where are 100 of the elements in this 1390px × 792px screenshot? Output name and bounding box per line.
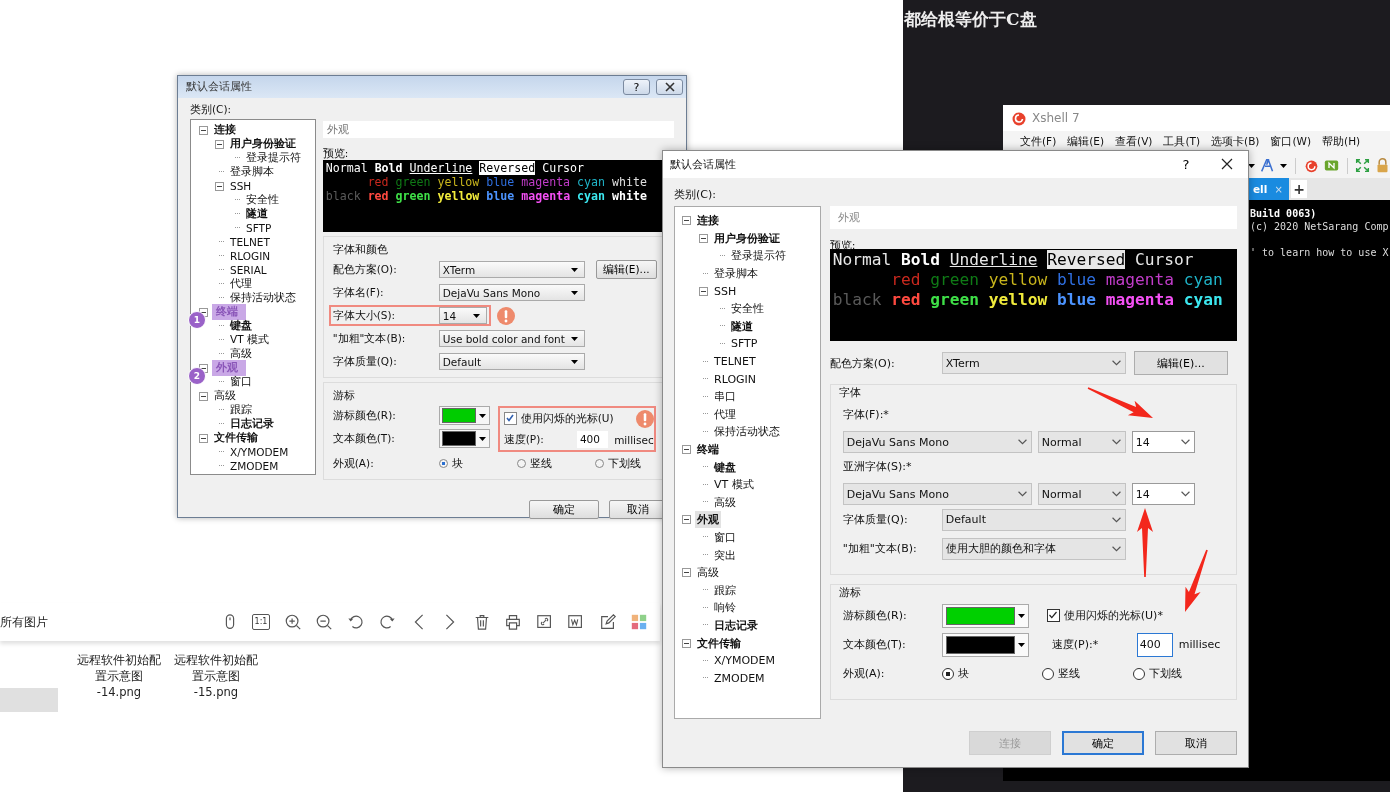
close-button[interactable]	[1221, 157, 1235, 172]
tree-item[interactable]: 连接	[212, 123, 238, 137]
tree-item[interactable]: 终端	[695, 441, 721, 458]
tree-item[interactable]: 安全性	[244, 193, 281, 207]
size-field[interactable]: 14	[1131, 483, 1195, 505]
tree-item[interactable]: 高级	[228, 347, 254, 361]
apps-icon[interactable]	[630, 613, 648, 631]
dropdown[interactable]: XTerm	[941, 352, 1126, 374]
menu-item[interactable]: 窗口(W)	[1270, 135, 1312, 149]
menu-item[interactable]: 帮助(H)	[1322, 135, 1361, 149]
edit-button[interactable]: 编辑(E)...	[1133, 351, 1228, 375]
collapse-icon[interactable]	[682, 445, 691, 454]
tree-item[interactable]: 登录脚本	[228, 165, 276, 179]
menu-item[interactable]: 工具(T)	[1163, 135, 1201, 149]
tree-item[interactable]: 登录提示符	[729, 247, 788, 265]
dropdown[interactable]: 使用大胆的颜色和字体	[941, 537, 1126, 560]
radio-option[interactable]: 竖线	[516, 456, 595, 471]
file-name[interactable]: 远程软件初始配置示意图 -15.png	[173, 652, 259, 700]
radio-option[interactable]: 竖线	[1041, 666, 1133, 681]
tree-item[interactable]: ZMODEM	[712, 670, 767, 686]
radio-option[interactable]: 下划线	[1132, 666, 1233, 681]
checkbox[interactable]	[1046, 609, 1060, 622]
tree-item[interactable]: 用户身份验证	[712, 229, 782, 247]
tree-item[interactable]: 保持活动状态	[228, 291, 298, 305]
zoom-out-icon[interactable]	[315, 613, 333, 631]
dropdown[interactable]: 14	[438, 307, 487, 324]
tree-item[interactable]: RLOGIN	[712, 371, 759, 387]
tree-item[interactable]: ZMODEM	[228, 460, 281, 472]
tree-item[interactable]: 键盘	[228, 319, 254, 333]
edit-button[interactable]: 编辑(E)...	[595, 260, 657, 279]
dialog-button[interactable]: 取消	[1155, 731, 1237, 755]
dropdown[interactable]: XTerm	[438, 261, 585, 278]
dialog-button[interactable]: 确定	[1062, 731, 1144, 755]
fullscreen-icon[interactable]	[1355, 158, 1370, 173]
tree-item[interactable]: 连接	[695, 212, 721, 230]
collapse-icon[interactable]	[682, 216, 691, 226]
dropdown[interactable]: Normal	[1037, 483, 1126, 505]
collapse-icon[interactable]	[699, 286, 708, 296]
dropdown[interactable]: Default	[941, 508, 1126, 531]
tree-item[interactable]: VT 模式	[712, 476, 756, 494]
dialog-button[interactable]: 确定	[529, 500, 599, 519]
tree-item[interactable]: 串口	[712, 388, 738, 406]
tree-item[interactable]: 跟踪	[712, 581, 738, 599]
image-link-icon[interactable]	[535, 613, 554, 631]
color-picker[interactable]	[941, 632, 1029, 657]
tree-item[interactable]: SERIAL	[228, 264, 269, 276]
tree-item[interactable]: SSH	[228, 180, 254, 192]
tree-item[interactable]: X/YMODEM	[712, 653, 778, 669]
zoom-in-icon[interactable]	[283, 613, 302, 631]
collapse-icon[interactable]	[682, 638, 691, 648]
dropdown[interactable]: DejaVu Sans Mono	[842, 483, 1032, 505]
collapse-icon[interactable]	[682, 515, 691, 525]
tree-item[interactable]: 突出	[712, 546, 738, 564]
radio-option[interactable]: 块	[941, 666, 1042, 681]
rotate-left-icon[interactable]	[346, 613, 365, 631]
collapse-icon[interactable]	[215, 139, 224, 149]
printer-icon[interactable]	[504, 613, 522, 631]
tree-item[interactable]: SSH	[712, 283, 739, 299]
collapse-icon[interactable]	[682, 568, 691, 578]
tree-item[interactable]: 文件传输	[212, 431, 260, 445]
collapse-icon[interactable]	[199, 433, 208, 443]
tree-item[interactable]: SFTP	[244, 222, 274, 234]
tree-item[interactable]: TELNET	[228, 236, 272, 248]
help-button[interactable]: ?	[623, 79, 650, 95]
new-tab-button[interactable]: +	[1291, 180, 1307, 198]
font-icon[interactable]	[1260, 158, 1275, 173]
tree-item[interactable]: 窗口	[228, 375, 254, 389]
help-button[interactable]: ?	[1179, 157, 1193, 172]
color-picker[interactable]	[438, 406, 490, 425]
image-text-icon[interactable]	[567, 613, 585, 631]
tree-item[interactable]: 登录脚本	[712, 265, 760, 283]
menu-item[interactable]: 查看(V)	[1115, 135, 1153, 149]
tree-item[interactable]: 键盘	[712, 458, 738, 476]
tree-item[interactable]: 日志记录	[712, 616, 760, 634]
menu-item[interactable]: 文件(F)	[1020, 135, 1057, 149]
tree-item[interactable]: 登录提示符	[244, 151, 303, 165]
speed-field[interactable]: 400	[1136, 632, 1173, 657]
checkbox-label[interactable]: 使用闪烁的光标(U)*	[1063, 608, 1163, 623]
tree-item[interactable]: 保持活动状态	[712, 423, 782, 441]
edit-icon[interactable]	[598, 613, 617, 631]
dropdown[interactable]: Use bold color and font	[438, 330, 585, 347]
tree-item[interactable]: 代理	[712, 405, 738, 423]
rotate-right-icon[interactable]	[378, 613, 396, 631]
tree-item[interactable]: 隧道	[244, 207, 270, 221]
collapse-icon[interactable]	[215, 181, 224, 191]
tree-item[interactable]: RLOGIN	[228, 250, 273, 262]
checkbox[interactable]	[503, 412, 517, 425]
size-field[interactable]: 14	[1131, 431, 1195, 453]
session-tab[interactable]: ell ×	[1249, 178, 1289, 200]
tree-item[interactable]: 用户身份验证	[228, 137, 298, 151]
close-button[interactable]	[656, 79, 683, 95]
tree-item[interactable]: 文件传输	[695, 634, 743, 652]
collapse-icon[interactable]	[199, 391, 208, 401]
tree-item[interactable]: 高级	[712, 493, 738, 511]
radio-option[interactable]: 下划线	[594, 456, 673, 471]
menu-item[interactable]: 编辑(E)	[1067, 135, 1105, 149]
color-picker[interactable]	[941, 603, 1029, 628]
tree-item[interactable]: SFTP	[729, 336, 760, 352]
checkbox-label[interactable]: 使用闪烁的光标(U)	[520, 411, 614, 426]
color-picker[interactable]	[438, 429, 490, 448]
